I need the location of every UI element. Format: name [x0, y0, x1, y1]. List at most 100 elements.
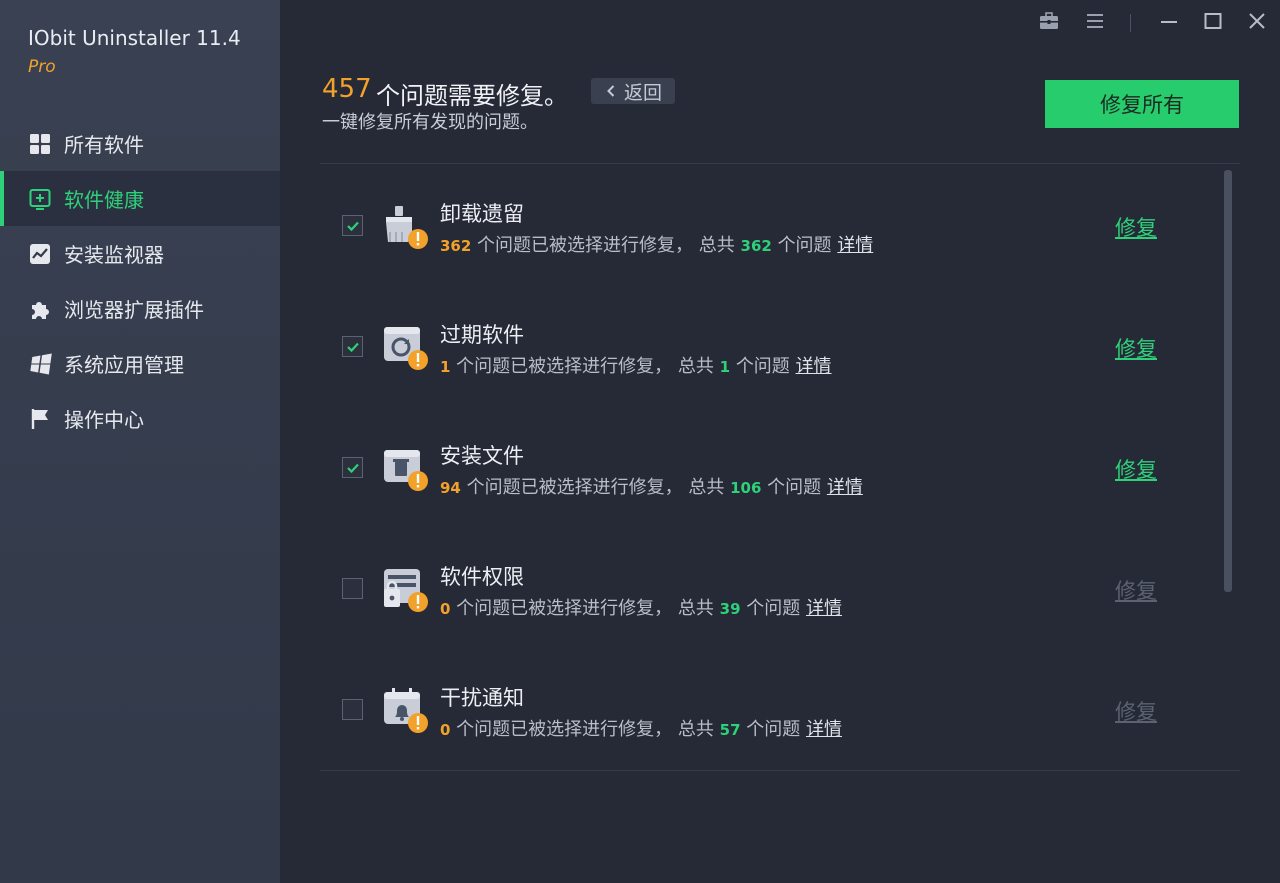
- issue-description: 94 个问题已被选择进行修复， 总共 106 个问题 详情: [440, 473, 863, 499]
- total-suffix: 个问题: [746, 719, 801, 740]
- issue-row-software-permissions: 软件权限 0 个问题已被选择进行修复， 总共 39 个问题 详情 修复: [320, 533, 1220, 654]
- selected-count: 94: [440, 479, 461, 497]
- total-prefix: 总共: [688, 477, 725, 498]
- windows-logo-icon: [28, 352, 52, 376]
- checkmark-icon: [346, 342, 359, 352]
- issue-description: 0 个问题已被选择进行修复， 总共 39 个问题 详情: [440, 594, 842, 620]
- selected-count: 0: [440, 721, 451, 739]
- menu-icon: [1084, 10, 1106, 36]
- issue-checkbox[interactable]: [342, 336, 363, 357]
- sidebar-item-system-apps[interactable]: 系统应用管理: [0, 336, 280, 391]
- broom-icon: [382, 202, 432, 252]
- issue-count: 457: [322, 74, 372, 104]
- sidebar-item-label: 安装监视器: [64, 243, 164, 267]
- sidebar-item-browser-extensions[interactable]: 浏览器扩展插件: [0, 281, 280, 336]
- sidebar-item-label: 所有软件: [64, 133, 144, 157]
- sidebar-item-label: 软件健康: [64, 188, 144, 212]
- total-prefix: 总共: [677, 719, 714, 740]
- total-prefix: 总共: [677, 356, 714, 377]
- sidebar-item-all-software[interactable]: 所有软件: [0, 116, 280, 171]
- sidebar-item-software-health[interactable]: 软件健康: [0, 171, 280, 226]
- close-button[interactable]: [1243, 10, 1271, 36]
- app-title: IObit Uninstaller 11.4: [28, 26, 241, 50]
- notification-bell-icon: [382, 686, 432, 736]
- selected-suffix: 个问题已被选择进行修复，: [477, 235, 694, 256]
- selected-suffix: 个问题已被选择进行修复，: [456, 356, 673, 377]
- total-prefix: 总共: [698, 235, 735, 256]
- fix-link[interactable]: 修复: [1115, 696, 1157, 726]
- total-suffix: 个问题: [735, 356, 790, 377]
- issue-row-leftovers: 卸载遗留 362 个问题已被选择进行修复， 总共 362 个问题 详情 修复: [320, 170, 1220, 291]
- menu-button[interactable]: [1081, 10, 1109, 36]
- top-divider: [320, 163, 1240, 164]
- selected-count: 362: [440, 237, 472, 255]
- control-divider: [1130, 14, 1131, 32]
- selected-suffix: 个问题已被选择进行修复，: [456, 719, 673, 740]
- issue-checkbox[interactable]: [342, 457, 363, 478]
- permission-lock-icon: [382, 565, 432, 615]
- sidebar-item-label: 操作中心: [64, 408, 144, 432]
- issue-title: 软件权限: [440, 565, 524, 589]
- issue-row-outdated-software: 过期软件 1 个问题已被选择进行修复， 总共 1 个问题 详情 修复: [320, 291, 1220, 412]
- toolbox-icon: [1038, 10, 1060, 36]
- issue-description: 0 个问题已被选择进行修复， 总共 57 个问题 详情: [440, 715, 842, 741]
- chevron-left-icon: [604, 84, 624, 98]
- toolbox-button[interactable]: [1035, 10, 1063, 36]
- sidebar: IObit Uninstaller 11.4 Pro 所有软件 软件健康 安装监…: [0, 0, 280, 883]
- total-count: 1: [719, 358, 731, 376]
- details-link[interactable]: 详情: [837, 235, 873, 256]
- fix-link[interactable]: 修复: [1115, 575, 1157, 605]
- scrollbar-thumb[interactable]: [1224, 170, 1232, 592]
- fix-link[interactable]: 修复: [1115, 212, 1157, 242]
- issue-title: 卸载遗留: [440, 202, 524, 226]
- details-link[interactable]: 详情: [827, 477, 863, 498]
- back-label: 返回: [623, 81, 662, 104]
- issue-description: 362 个问题已被选择进行修复， 总共 362 个问题 详情: [440, 231, 873, 257]
- page-subtitle: 一键修复所有发现的问题。: [322, 112, 538, 133]
- total-count: 362: [740, 237, 772, 255]
- total-prefix: 总共: [677, 598, 714, 619]
- issue-checkbox[interactable]: [342, 578, 363, 599]
- grid-icon: [28, 132, 52, 156]
- issue-title: 过期软件: [440, 323, 524, 347]
- fix-link[interactable]: 修复: [1115, 333, 1157, 363]
- total-suffix: 个问题: [767, 477, 822, 498]
- sidebar-item-label: 系统应用管理: [64, 353, 184, 377]
- health-plus-icon: [28, 187, 52, 211]
- selected-count: 1: [440, 358, 451, 376]
- fix-link[interactable]: 修复: [1115, 454, 1157, 484]
- maximize-icon: [1202, 10, 1224, 36]
- sidebar-item-install-monitor[interactable]: 安装监视器: [0, 226, 280, 281]
- issue-description: 1 个问题已被选择进行修复， 总共 1 个问题 详情: [440, 352, 832, 378]
- close-icon: [1246, 10, 1268, 36]
- selected-suffix: 个问题已被选择进行修复，: [466, 477, 683, 498]
- back-button[interactable]: 返回: [591, 78, 675, 104]
- install-file-icon: [382, 444, 432, 494]
- details-link[interactable]: 详情: [796, 356, 832, 377]
- puzzle-icon: [28, 297, 52, 321]
- details-link[interactable]: 详情: [806, 719, 842, 740]
- issue-row-install-files: 安装文件 94 个问题已被选择进行修复， 总共 106 个问题 详情 修复: [320, 412, 1220, 533]
- sidebar-item-action-center[interactable]: 操作中心: [0, 391, 280, 446]
- maximize-button[interactable]: [1199, 10, 1227, 36]
- issue-title: 干扰通知: [440, 686, 524, 710]
- fix-all-button[interactable]: 修复所有: [1045, 80, 1239, 128]
- page-title: 个问题需要修复。: [376, 82, 568, 110]
- minimize-icon: [1158, 10, 1180, 36]
- issue-checkbox[interactable]: [342, 215, 363, 236]
- flag-icon: [28, 407, 52, 431]
- sidebar-item-label: 浏览器扩展插件: [64, 298, 204, 322]
- total-suffix: 个问题: [777, 235, 832, 256]
- minimize-button[interactable]: [1155, 10, 1183, 36]
- app-edition: Pro: [28, 57, 56, 77]
- total-count: 39: [719, 600, 741, 618]
- issue-list: 卸载遗留 362 个问题已被选择进行修复， 总共 362 个问题 详情 修复 过…: [320, 170, 1220, 775]
- checkmark-icon: [346, 463, 359, 473]
- issue-checkbox[interactable]: [342, 699, 363, 720]
- issue-row-notifications: 干扰通知 0 个问题已被选择进行修复， 总共 57 个问题 详情 修复: [320, 654, 1220, 775]
- checkmark-icon: [346, 221, 359, 231]
- details-link[interactable]: 详情: [806, 598, 842, 619]
- sidebar-nav: 所有软件 软件健康 安装监视器 浏览器扩展插件 系统应用管理 操作中心: [0, 116, 280, 446]
- total-count: 106: [730, 479, 762, 497]
- monitor-chart-icon: [28, 242, 52, 266]
